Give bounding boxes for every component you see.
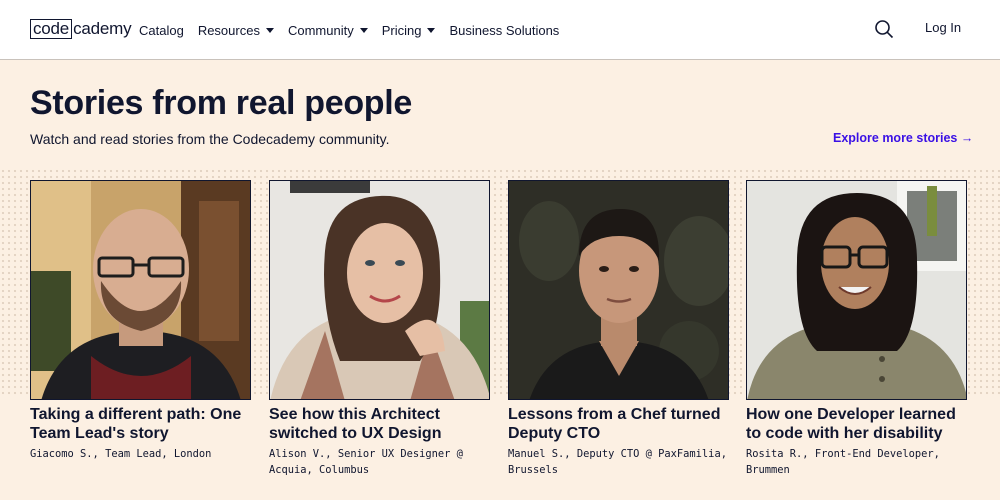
story-photo-alison[interactable] (269, 180, 490, 400)
caret-down-icon (359, 27, 368, 33)
portrait-image (270, 181, 489, 399)
nav-business-solutions-label: Business Solutions (449, 22, 560, 38)
portrait-image (509, 181, 728, 399)
login-link[interactable]: Log In (925, 20, 961, 35)
nav-business-solutions[interactable]: Business Solutions (449, 23, 559, 38)
top-nav-bar: code cademy Catalog Resources Community P… (0, 0, 1000, 60)
story-meta: Manuel S., Deputy CTO @ PaxFamilia, Brus… (508, 448, 727, 476)
story-title[interactable]: Lessons from a Chef turned Deputy CTO (508, 405, 729, 443)
portrait-image (31, 181, 250, 399)
nav-pricing[interactable]: Pricing (382, 23, 436, 38)
story-card[interactable]: Lessons from a Chef turned Deputy CTO Ma… (508, 180, 729, 478)
search-icon[interactable] (874, 19, 894, 39)
logo-cademy-text: cademy (73, 18, 132, 38)
nav-catalog[interactable]: Catalog (139, 23, 184, 38)
portrait-image (747, 181, 966, 399)
story-card[interactable]: Taking a different path: One Team Lead's… (30, 180, 251, 462)
explore-more-stories-link[interactable]: Explore more stories → (833, 131, 973, 145)
codecademy-logo[interactable]: code cademy (30, 17, 132, 40)
page-subtitle: Watch and read stories from the Codecade… (30, 131, 390, 147)
caret-down-icon (427, 27, 436, 33)
story-card[interactable]: See how this Architect switched to UX De… (269, 180, 490, 478)
story-card[interactable]: How one Developer learned to code with h… (746, 180, 967, 478)
caret-down-icon (265, 27, 274, 33)
story-meta: Alison V., Senior UX Designer @ Acquia, … (269, 448, 463, 476)
nav-catalog-label: Catalog (139, 22, 184, 38)
story-title[interactable]: See how this Architect switched to UX De… (269, 405, 490, 443)
nav-community-label: Community (287, 22, 354, 38)
story-meta: Rosita R., Front-End Developer, Brummen (746, 448, 940, 476)
story-photo-giacomo[interactable] (30, 180, 251, 400)
story-title[interactable]: How one Developer learned to code with h… (746, 405, 967, 443)
main-nav: Catalog Resources Community Pricing Busi… (139, 0, 573, 60)
page-title: Stories from real people (30, 84, 413, 122)
story-meta: Giacomo S., Team Lead, London (30, 448, 212, 460)
story-title[interactable]: Taking a different path: One Team Lead's… (30, 405, 251, 443)
nav-resources[interactable]: Resources (198, 23, 274, 38)
nav-pricing-label: Pricing (381, 22, 422, 38)
story-photo-manuel[interactable] (508, 180, 729, 400)
nav-resources-label: Resources (197, 22, 260, 38)
nav-community[interactable]: Community (288, 23, 368, 38)
logo-code-box: code (30, 18, 73, 39)
story-photo-rosita[interactable] (746, 180, 967, 400)
